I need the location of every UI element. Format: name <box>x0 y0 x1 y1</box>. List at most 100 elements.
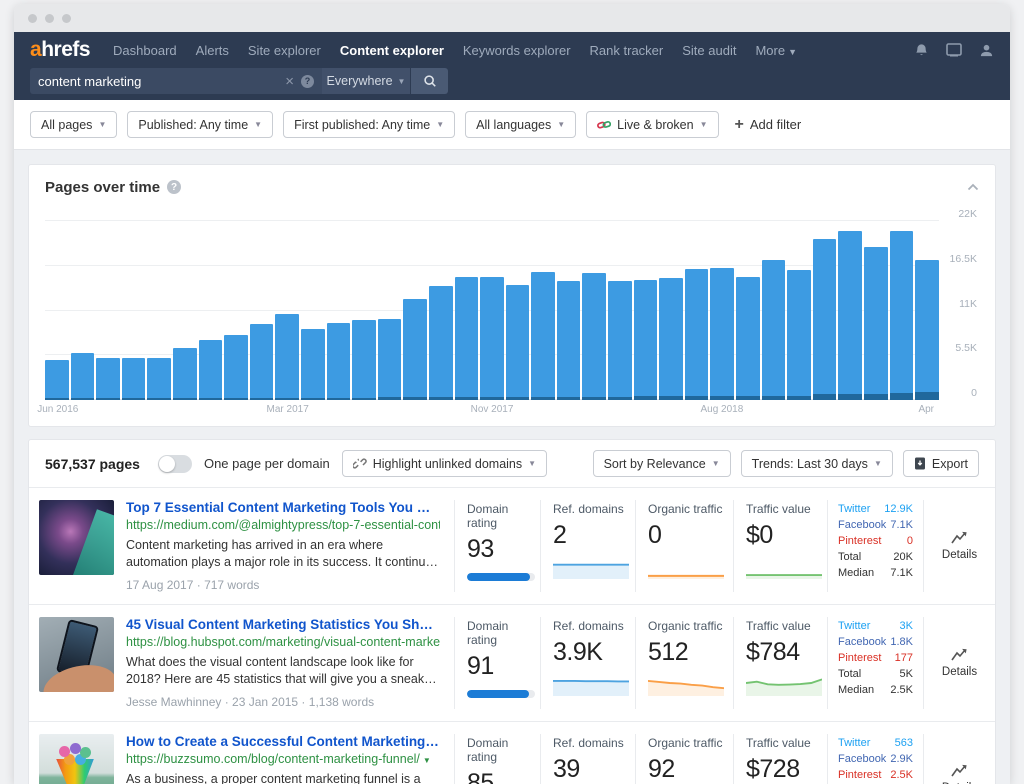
nav-item-rank-tracker[interactable]: Rank tracker <box>590 43 664 58</box>
social-label[interactable]: Pinterest <box>838 534 881 549</box>
filter-all-languages[interactable]: All languages▼ <box>465 111 576 138</box>
nav-item-alerts[interactable]: Alerts <box>196 43 229 58</box>
chart-bar[interactable] <box>429 286 453 400</box>
chart-bar[interactable] <box>813 239 837 400</box>
chart-help-icon[interactable]: ? <box>167 180 181 194</box>
highlight-unlinked-domains-button[interactable]: Highlight unlinked domains ▼ <box>342 450 547 477</box>
chart-bar[interactable] <box>301 329 325 400</box>
details-button[interactable]: Details <box>923 734 995 784</box>
search-help-icon[interactable]: ? <box>301 75 314 88</box>
result-description: As a business, a proper content marketin… <box>126 771 440 784</box>
clear-search-icon[interactable]: × <box>285 74 294 89</box>
chart-bar[interactable] <box>685 269 709 400</box>
chart-bar[interactable] <box>787 270 811 400</box>
result-title-link[interactable]: Top 7 Essential Content Marketing Tools … <box>126 500 440 515</box>
chart-bar[interactable] <box>480 277 504 400</box>
chart-y-tick-label: 0 <box>943 387 977 399</box>
result-title-link[interactable]: How to Create a Successful Content Marke… <box>126 734 440 749</box>
nav-item-more[interactable]: More▼ <box>755 43 797 58</box>
chevron-down-icon: ▼ <box>254 120 262 129</box>
chart-bar[interactable] <box>173 348 197 400</box>
chart-bar[interactable] <box>864 247 888 400</box>
user-icon[interactable] <box>979 43 994 58</box>
chart-y-tick-label: 16.5K <box>943 253 977 265</box>
chart-title: Pages over time <box>45 179 160 196</box>
chart-bar[interactable] <box>327 323 351 400</box>
chart-bar[interactable] <box>45 360 69 400</box>
chart-bar[interactable] <box>557 281 581 400</box>
result-url[interactable]: https://medium.com/@almightypress/top-7-… <box>126 518 440 532</box>
filter-published-any-time[interactable]: Published: Any time▼ <box>127 111 273 138</box>
trends-dropdown[interactable]: Trends: Last 30 days▼ <box>741 450 893 477</box>
chart-bar[interactable] <box>275 314 299 400</box>
search-scope-dropdown[interactable]: Everywhere▼ <box>322 68 410 94</box>
stat-label: Organic traffic <box>648 502 733 516</box>
window-minimize-button[interactable] <box>45 14 54 23</box>
social-label[interactable]: Pinterest <box>838 651 881 666</box>
chart-bar[interactable] <box>531 272 555 400</box>
chart-bar[interactable] <box>199 340 223 400</box>
details-button[interactable]: Details <box>923 500 995 592</box>
social-label[interactable]: Twitter <box>838 736 870 751</box>
result-title-link[interactable]: 45 Visual Content Marketing Statistics Y… <box>126 617 440 632</box>
social-label[interactable]: Facebook <box>838 635 886 650</box>
chart-bar-broken-segment <box>864 394 888 400</box>
chart-bar[interactable] <box>736 277 760 400</box>
chart-bar[interactable] <box>608 281 632 400</box>
chart-bar[interactable] <box>378 319 402 400</box>
result-url[interactable]: https://blog.hubspot.com/marketing/visua… <box>126 635 440 649</box>
ahrefs-logo[interactable]: ahrefs <box>30 38 90 62</box>
social-label[interactable]: Facebook <box>838 752 886 767</box>
nav-item-keywords-explorer[interactable]: Keywords explorer <box>463 43 571 58</box>
export-button[interactable]: Export <box>903 450 979 477</box>
chart-bar[interactable] <box>659 278 683 400</box>
collapse-chart-icon[interactable] <box>967 178 979 196</box>
bell-icon[interactable] <box>914 43 929 58</box>
one-page-per-domain-toggle[interactable] <box>158 455 192 473</box>
chart-bar[interactable] <box>403 299 427 400</box>
filter-all-pages[interactable]: All pages▼ <box>30 111 117 138</box>
chart-bar-broken-segment <box>813 394 837 400</box>
chart-bar[interactable] <box>582 273 606 400</box>
chart-bar[interactable] <box>224 335 248 400</box>
social-label[interactable]: Twitter <box>838 502 870 517</box>
chart-bar[interactable] <box>634 280 658 400</box>
window-close-button[interactable] <box>28 14 37 23</box>
chart-bar[interactable] <box>506 285 530 400</box>
search-input[interactable] <box>38 74 278 89</box>
chart-bar-broken-segment <box>327 398 351 400</box>
chart-bar[interactable] <box>147 358 171 400</box>
add-filter-button[interactable]: +Add filter <box>735 116 802 134</box>
chart-bar[interactable] <box>890 231 914 400</box>
chart-bar[interactable] <box>455 277 479 400</box>
chart-bar-broken-segment <box>838 394 862 400</box>
social-stat-pinterest: Pinterest177 <box>838 651 913 666</box>
social-label[interactable]: Pinterest <box>838 768 881 783</box>
result-url[interactable]: https://buzzsumo.com/blog/content-market… <box>126 752 440 766</box>
result-row: Top 7 Essential Content Marketing Tools … <box>29 487 995 604</box>
chart-bar[interactable] <box>122 358 146 400</box>
chart-bar[interactable] <box>71 353 95 400</box>
search-button[interactable] <box>410 68 448 94</box>
social-label[interactable]: Twitter <box>838 619 870 634</box>
chart-bar[interactable] <box>352 320 376 400</box>
window-maximize-button[interactable] <box>62 14 71 23</box>
results-panel: 567,537 pages One page per domain Highli… <box>28 439 996 784</box>
chart-bar[interactable] <box>96 358 120 400</box>
details-button[interactable]: Details <box>923 617 995 709</box>
result-thumbnail <box>39 617 114 692</box>
nav-item-site-audit[interactable]: Site audit <box>682 43 736 58</box>
nav-item-dashboard[interactable]: Dashboard <box>113 43 177 58</box>
chart-bar[interactable] <box>250 324 274 400</box>
chart-bar[interactable] <box>710 268 734 400</box>
sort-dropdown[interactable]: Sort by Relevance▼ <box>593 450 731 477</box>
chart-bar[interactable] <box>838 231 862 400</box>
filter-first-published-any-time[interactable]: First published: Any time▼ <box>283 111 455 138</box>
filter-live-broken[interactable]: Live & broken▼ <box>586 111 718 138</box>
chart-bar[interactable] <box>915 260 939 400</box>
social-label[interactable]: Facebook <box>838 518 886 533</box>
nav-item-site-explorer[interactable]: Site explorer <box>248 43 321 58</box>
chart-bar[interactable] <box>762 260 786 400</box>
app-window-icon[interactable] <box>946 43 962 57</box>
nav-item-content-explorer[interactable]: Content explorer <box>340 43 444 58</box>
